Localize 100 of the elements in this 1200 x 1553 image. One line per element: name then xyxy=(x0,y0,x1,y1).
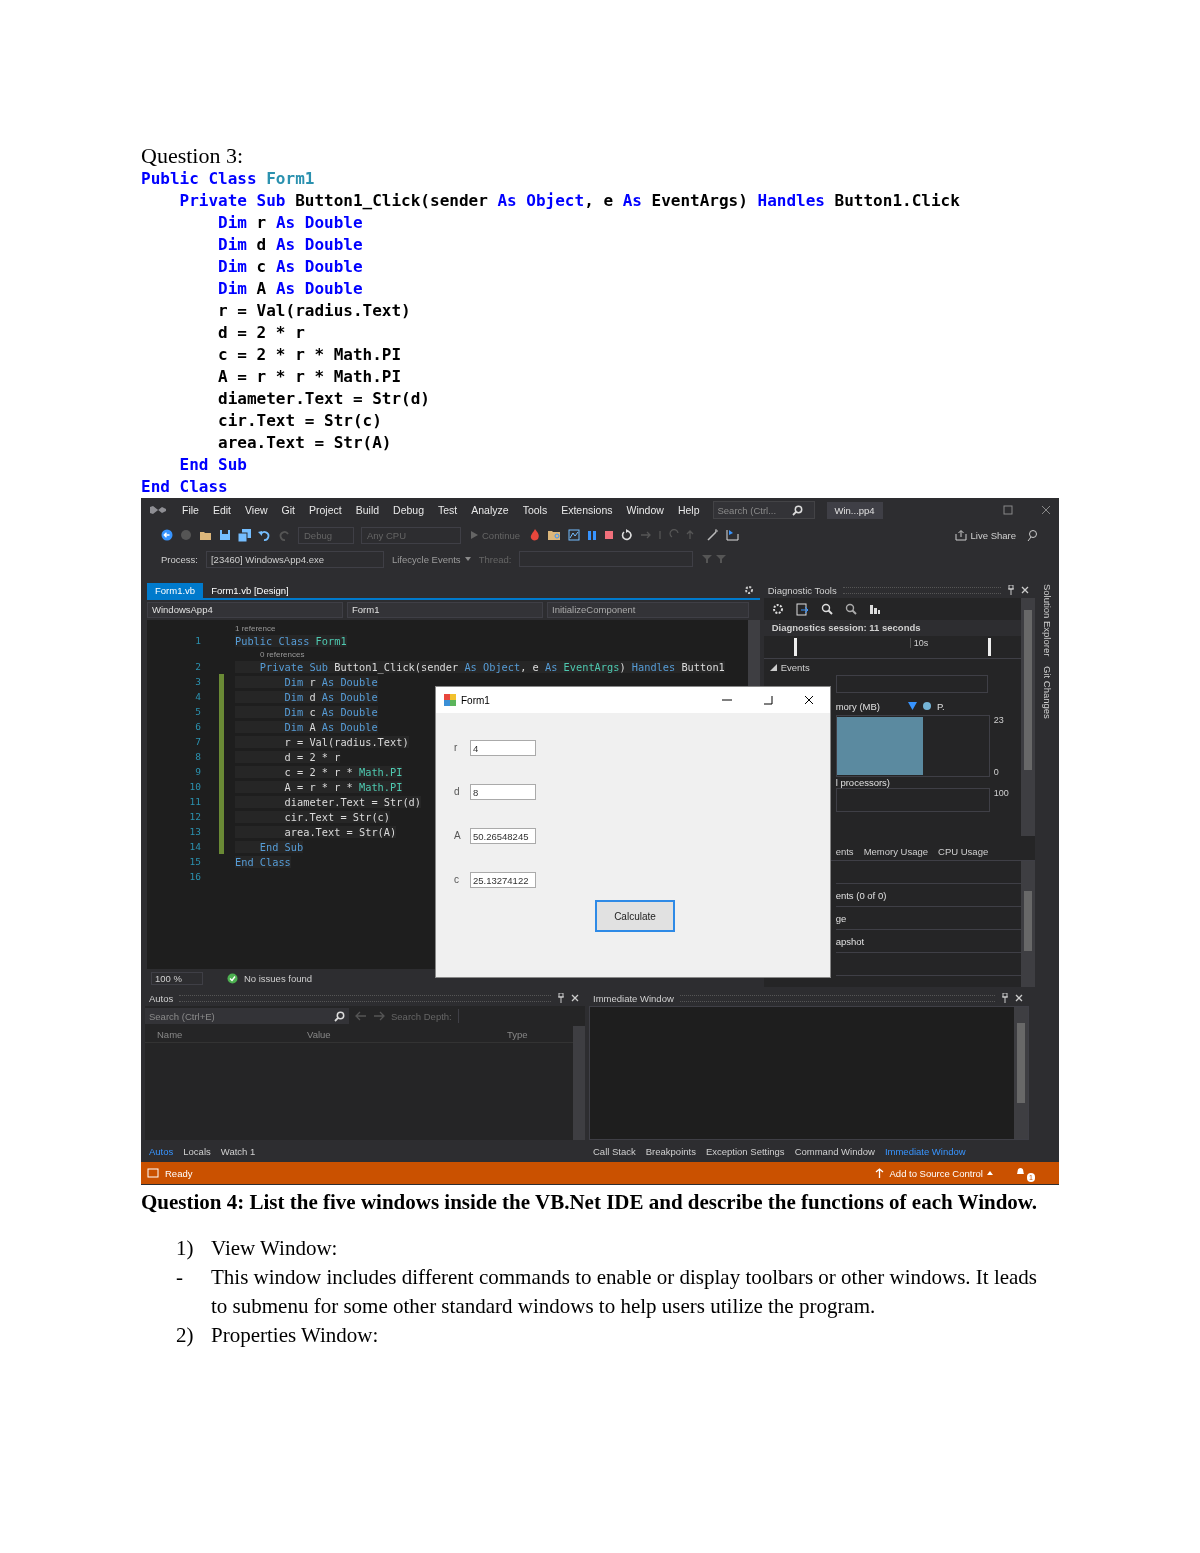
scrollbar-thumb[interactable] xyxy=(1024,891,1033,951)
axis-label: 0 xyxy=(993,767,1000,777)
restart-icon[interactable] xyxy=(621,529,634,541)
menu-item[interactable]: Analyze xyxy=(464,504,516,516)
text-field[interactable]: 50.26548245 xyxy=(470,828,536,844)
pause-icon[interactable] xyxy=(587,529,598,541)
timeline-ruler[interactable]: 10s xyxy=(763,636,1022,659)
panel-tab[interactable]: Immediate Window xyxy=(880,1143,970,1159)
expand-triangle-icon[interactable] xyxy=(769,663,777,671)
chart-title: l processors) xyxy=(835,777,891,788)
process-dropdown[interactable]: [23460] WindowsApp4.exe xyxy=(205,550,384,568)
column-header[interactable]: Type xyxy=(507,1028,528,1040)
flame-icon[interactable] xyxy=(530,529,541,541)
live-share-button[interactable]: Live Share xyxy=(951,527,1019,543)
reference-count[interactable]: 1 reference xyxy=(235,624,276,633)
menu-item[interactable]: Test xyxy=(431,504,465,516)
diagnostic-tab[interactable]: Memory Usage xyxy=(863,845,929,857)
back-icon[interactable] xyxy=(161,529,173,541)
panel-tab[interactable]: Exception Settings xyxy=(701,1143,789,1159)
source-control-button[interactable]: Add to Source Control xyxy=(889,1167,993,1179)
lifecycle-events-button[interactable]: Lifecycle Events xyxy=(391,553,471,565)
scrollbar[interactable] xyxy=(1021,861,1036,987)
column-header[interactable]: Name xyxy=(145,1028,307,1040)
calculate-button[interactable]: Calculate xyxy=(595,900,675,932)
menu-item[interactable]: Build xyxy=(348,504,387,516)
column-header[interactable]: Value xyxy=(307,1028,507,1040)
scrollbar-thumb[interactable] xyxy=(1024,610,1033,770)
maximize-icon[interactable] xyxy=(763,695,773,705)
summary-row[interactable]: ge xyxy=(835,912,847,924)
text-field[interactable]: 8 xyxy=(470,784,536,800)
app-logo-icon xyxy=(149,503,167,517)
settings-icon[interactable] xyxy=(743,585,754,595)
question-heading: Question 3: xyxy=(141,143,245,168)
menu-item[interactable]: Edit xyxy=(205,504,238,516)
legend-label: P. xyxy=(937,700,945,712)
panel-tab[interactable]: Watch 1 xyxy=(216,1143,260,1159)
drag-grip[interactable] xyxy=(679,994,995,1002)
menu-item[interactable]: Help xyxy=(670,504,707,516)
drag-grip[interactable] xyxy=(179,994,551,1002)
text-field[interactable]: 4 xyxy=(470,740,536,756)
open-folder-icon[interactable] xyxy=(199,529,212,541)
text-field[interactable]: 25.13274122 xyxy=(470,872,536,888)
maximize-icon[interactable] xyxy=(1003,505,1013,515)
scrollbar[interactable] xyxy=(573,1026,585,1140)
file-tab[interactable]: Form1.vb xyxy=(147,582,204,598)
menu-item[interactable]: Project xyxy=(302,504,349,516)
menu-item[interactable]: Git xyxy=(274,504,302,516)
scrollbar[interactable] xyxy=(1021,598,1036,836)
file-tab[interactable]: Form1.vb [Design] xyxy=(203,582,297,598)
panel-tab[interactable]: Call Stack xyxy=(589,1143,640,1159)
question-heading: Question 4: List the five windows inside the VB.Net IDE and describe the functions of each Window. xyxy=(141,1189,1039,1216)
pin-icon[interactable] xyxy=(1001,993,1009,1003)
folder-search-icon[interactable] xyxy=(547,529,562,541)
layout-icon[interactable] xyxy=(726,529,740,541)
search-box[interactable]: Search (Ctrl... xyxy=(712,501,815,519)
menu-item[interactable]: View xyxy=(238,504,275,516)
search-field[interactable]: Search (Ctrl... xyxy=(717,504,792,516)
search-field[interactable]: Search (Ctrl+E) xyxy=(149,1010,334,1022)
line-number: 5 xyxy=(194,706,201,717)
panel-tab[interactable]: Breakpoints xyxy=(641,1143,700,1159)
code-line: A = r * r * Math.PI xyxy=(217,366,403,388)
zoom-out-icon[interactable] xyxy=(844,603,857,615)
panel-tab[interactable]: Locals xyxy=(179,1143,215,1159)
export-icon[interactable] xyxy=(795,602,809,616)
panel-tab[interactable]: Autos xyxy=(145,1143,178,1159)
search-box[interactable]: Search (Ctrl+E) xyxy=(145,1008,349,1024)
scrollbar[interactable] xyxy=(1014,1007,1028,1139)
summary-row[interactable]: apshot xyxy=(835,935,865,947)
line-number: 6 xyxy=(194,721,201,732)
reference-count[interactable]: 0 references xyxy=(260,650,305,659)
save-all-icon[interactable] xyxy=(238,528,251,542)
issues-status[interactable]: No issues found xyxy=(243,972,313,984)
menu-item[interactable]: Extensions xyxy=(554,504,620,516)
save-icon[interactable] xyxy=(219,529,231,541)
pin-icon[interactable] xyxy=(557,993,565,1003)
scrollbar-thumb[interactable] xyxy=(1017,1023,1025,1103)
zoom-in-icon[interactable] xyxy=(820,603,833,615)
zoom-dropdown[interactable]: 100 % xyxy=(151,971,203,985)
panel-tab[interactable]: Command Window xyxy=(790,1143,879,1159)
project-dropdown[interactable]: WindowsApp4 xyxy=(147,602,343,618)
diagnostic-tab[interactable]: CPU Usage xyxy=(938,845,989,857)
side-tab[interactable]: Solution Explorer xyxy=(1041,584,1053,657)
undo-icon[interactable] xyxy=(258,529,271,541)
close-icon[interactable] xyxy=(804,695,814,705)
menu-item[interactable]: Tools xyxy=(515,504,555,516)
class-dropdown[interactable]: Form1 xyxy=(347,602,543,618)
member-dropdown[interactable]: InitializeComponent xyxy=(547,602,749,618)
chart-icon[interactable] xyxy=(568,529,581,541)
diagnostic-tab[interactable]: ents xyxy=(835,845,854,857)
line-number: 9 xyxy=(194,766,201,777)
stop-icon[interactable] xyxy=(604,530,615,540)
menu-item[interactable]: File xyxy=(175,504,206,516)
summary-row[interactable]: ents (0 of 0) xyxy=(835,889,887,901)
bar-chart-icon[interactable] xyxy=(868,603,881,615)
menu-item[interactable]: Window xyxy=(619,504,671,516)
menu-item[interactable]: Debug xyxy=(386,504,431,516)
side-tab[interactable]: Git Changes xyxy=(1041,666,1053,720)
drag-grip[interactable] xyxy=(842,586,1002,594)
pin-icon[interactable] xyxy=(1007,585,1016,595)
settings-icon[interactable] xyxy=(771,603,784,615)
